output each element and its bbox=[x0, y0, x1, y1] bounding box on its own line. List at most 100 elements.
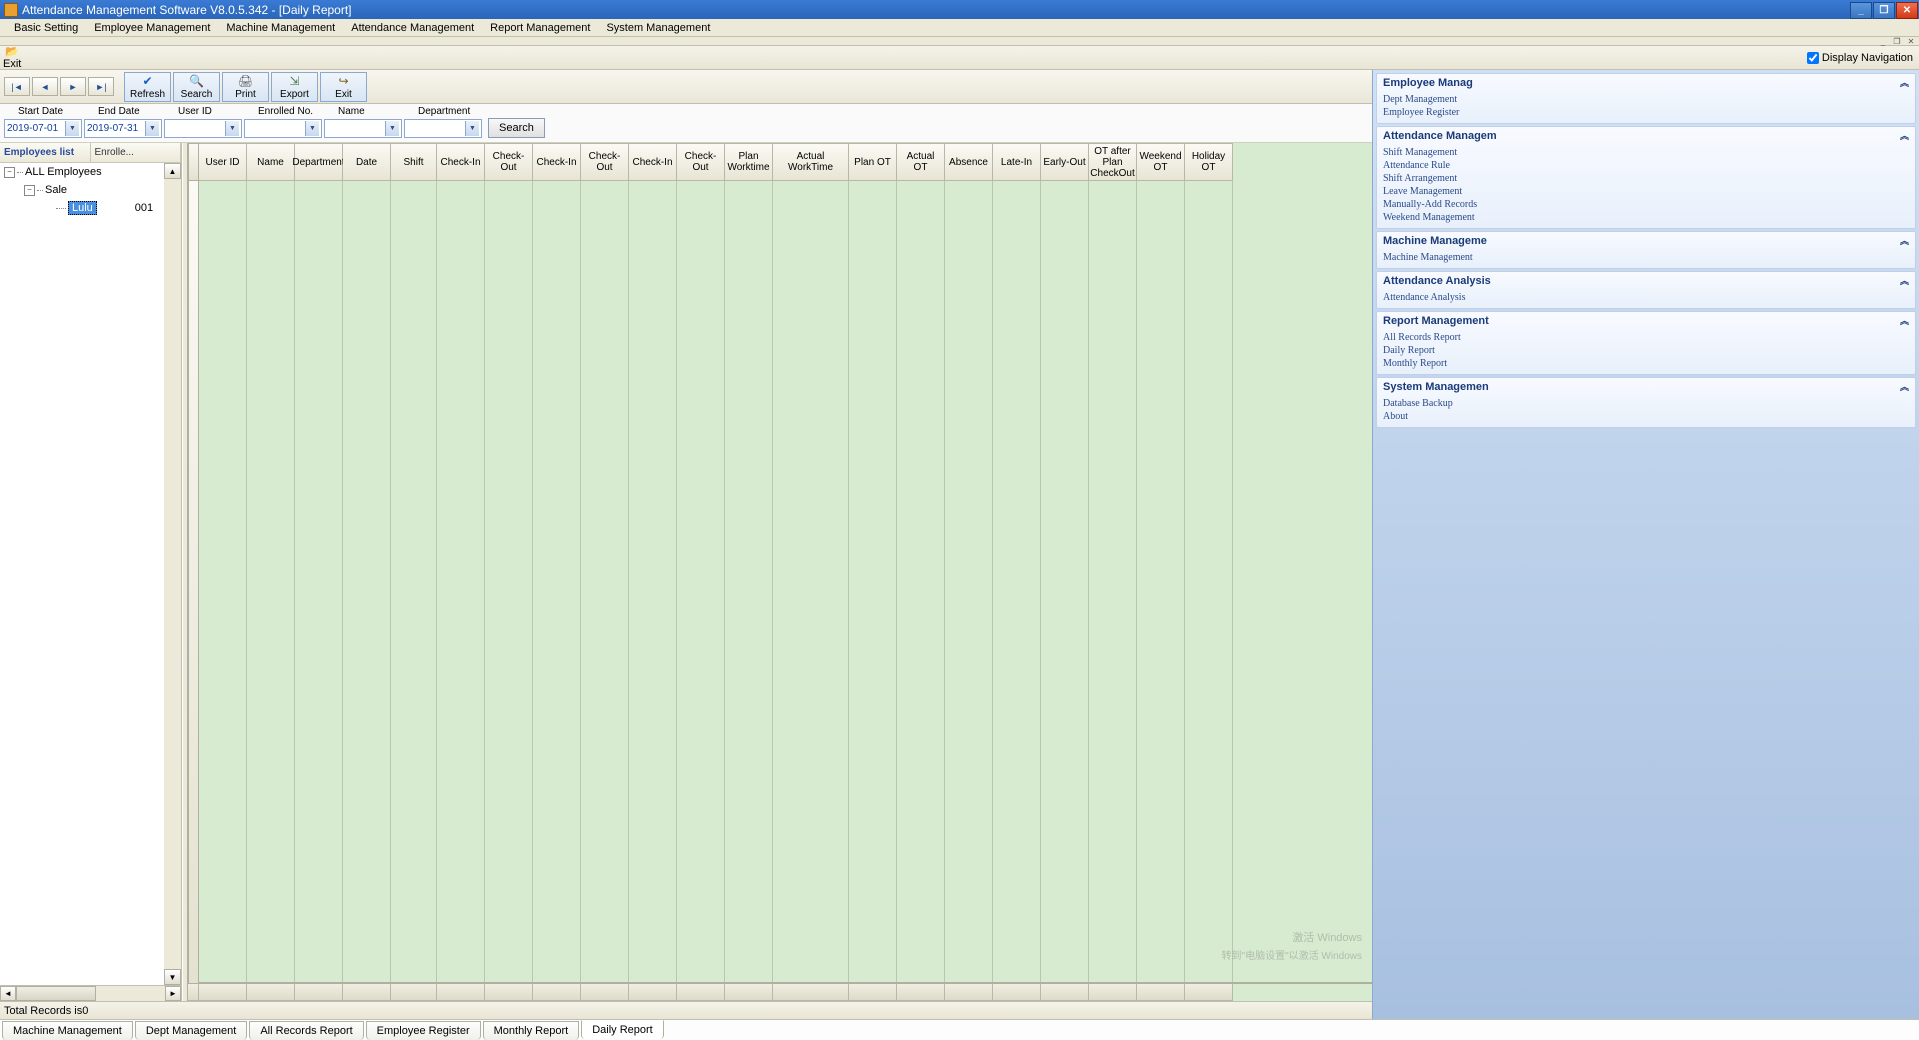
grid-column-header[interactable]: Check-Out bbox=[677, 143, 725, 181]
nav-item[interactable]: Machine Management bbox=[1383, 251, 1915, 264]
scroll-down-icon[interactable]: ▼ bbox=[164, 969, 181, 985]
grid-column-header[interactable]: Check-Out bbox=[581, 143, 629, 181]
nav-first-button[interactable]: |◄ bbox=[4, 77, 30, 96]
minimize-button[interactable]: _ bbox=[1850, 2, 1872, 19]
tree-employee-node[interactable]: Lulu 001 bbox=[0, 199, 164, 217]
nav-item[interactable]: Attendance Rule bbox=[1383, 159, 1915, 172]
collapse-icon[interactable]: − bbox=[4, 167, 15, 178]
filter-search-button[interactable]: Search bbox=[488, 118, 545, 138]
collapse-double-chevron-icon[interactable]: ︽ bbox=[1900, 380, 1909, 393]
grid-column-header[interactable]: Check-In bbox=[629, 143, 677, 181]
document-tab[interactable]: Machine Management bbox=[2, 1021, 133, 1040]
userid-combo[interactable]: ▼ bbox=[164, 119, 242, 138]
menu-attendance-management[interactable]: Attendance Management bbox=[343, 21, 482, 35]
nav-item[interactable]: Shift Management bbox=[1383, 146, 1915, 159]
grid-column-header[interactable]: Actual WorkTime bbox=[773, 143, 849, 181]
grid-column-header[interactable]: Shift bbox=[391, 143, 437, 181]
nav-item[interactable]: Shift Arrangement bbox=[1383, 172, 1915, 185]
tree-body[interactable]: − ALL Employees − Sale Lulu 001 bbox=[0, 163, 164, 985]
grid-column-header[interactable]: Name bbox=[247, 143, 295, 181]
grid-column-header[interactable]: Check-In bbox=[533, 143, 581, 181]
tree-header-employees[interactable]: Employees list bbox=[0, 143, 91, 162]
tree-vertical-scrollbar[interactable]: ▲ ▼ bbox=[164, 163, 181, 985]
chevron-down-icon[interactable]: ▼ bbox=[225, 121, 239, 136]
exit-button[interactable]: 📂 Exit bbox=[3, 45, 21, 70]
tree-dept-node[interactable]: − Sale bbox=[0, 181, 164, 199]
grid-column-header[interactable]: Plan Worktime bbox=[725, 143, 773, 181]
chevron-down-icon[interactable]: ▼ bbox=[465, 121, 479, 136]
close-button[interactable]: ✕ bbox=[1896, 2, 1918, 19]
grid-column-header[interactable]: Department bbox=[295, 143, 343, 181]
tree-horizontal-scrollbar[interactable]: ◄ ► bbox=[0, 985, 181, 1001]
chevron-down-icon[interactable]: ▼ bbox=[65, 121, 79, 136]
end-date-combo[interactable]: 2019-07-31▼ bbox=[84, 119, 162, 138]
grid-column-header[interactable]: Plan OT bbox=[849, 143, 897, 181]
enrolled-combo[interactable]: ▼ bbox=[244, 119, 322, 138]
nav-group-header[interactable]: System Managemen︽ bbox=[1377, 378, 1915, 395]
chevron-down-icon[interactable]: ▼ bbox=[385, 121, 399, 136]
menu-report-management[interactable]: Report Management bbox=[482, 21, 598, 35]
nav-item[interactable]: Attendance Analysis bbox=[1383, 291, 1915, 304]
tree-header-enrolled[interactable]: Enrolle... bbox=[91, 143, 182, 162]
document-tab[interactable]: Daily Report bbox=[581, 1020, 664, 1039]
grid-body[interactable]: 激活 Windows 转到"电脑设置"以激活 Windows bbox=[199, 181, 1372, 983]
grid-column-header[interactable]: Absence bbox=[945, 143, 993, 181]
document-tab[interactable]: Dept Management bbox=[135, 1021, 248, 1040]
scroll-up-icon[interactable]: ▲ bbox=[164, 163, 181, 179]
scroll-right-icon[interactable]: ► bbox=[165, 986, 181, 1001]
mdi-close-icon[interactable]: ✕ bbox=[1905, 36, 1917, 46]
nav-item[interactable]: Weekend Management bbox=[1383, 211, 1915, 224]
name-combo[interactable]: ▼ bbox=[324, 119, 402, 138]
display-navigation-toggle[interactable]: Display Navigation bbox=[1807, 52, 1913, 64]
tree-root-node[interactable]: − ALL Employees bbox=[0, 163, 164, 181]
print-button[interactable]: 🖨 Print bbox=[222, 72, 269, 102]
grid-column-header[interactable]: Date bbox=[343, 143, 391, 181]
dept-combo[interactable]: ▼ bbox=[404, 119, 482, 138]
grid-column-header[interactable]: OT after Plan CheckOut bbox=[1089, 143, 1137, 181]
nav-last-button[interactable]: ►| bbox=[88, 77, 114, 96]
start-date-combo[interactable]: 2019-07-01▼ bbox=[4, 119, 82, 138]
display-navigation-checkbox[interactable] bbox=[1807, 52, 1819, 64]
nav-item[interactable]: Monthly Report bbox=[1383, 357, 1915, 370]
nav-item[interactable]: Employee Register bbox=[1383, 106, 1915, 119]
export-button[interactable]: ⇲ Export bbox=[271, 72, 318, 102]
grid-column-header[interactable]: Late-In bbox=[993, 143, 1041, 181]
grid-column-header[interactable]: User ID bbox=[199, 143, 247, 181]
nav-next-button[interactable]: ► bbox=[60, 77, 86, 96]
scroll-thumb[interactable] bbox=[16, 986, 96, 1001]
collapse-double-chevron-icon[interactable]: ︽ bbox=[1900, 314, 1909, 327]
refresh-button[interactable]: ✔ Refresh bbox=[124, 72, 171, 102]
grid-column-header[interactable]: Actual OT bbox=[897, 143, 945, 181]
nav-prev-button[interactable]: ◄ bbox=[32, 77, 58, 96]
nav-item[interactable]: Daily Report bbox=[1383, 344, 1915, 357]
document-tab[interactable]: Monthly Report bbox=[483, 1021, 580, 1040]
nav-item[interactable]: Database Backup bbox=[1383, 397, 1915, 410]
menu-machine-management[interactable]: Machine Management bbox=[218, 21, 343, 35]
menu-system-management[interactable]: System Management bbox=[598, 21, 718, 35]
search-button[interactable]: 🔍 Search bbox=[173, 72, 220, 102]
collapse-double-chevron-icon[interactable]: ︽ bbox=[1900, 76, 1909, 89]
menu-basic-setting[interactable]: Basic Setting bbox=[6, 21, 86, 35]
nav-item[interactable]: Dept Management bbox=[1383, 93, 1915, 106]
toolbar-exit-button[interactable]: ↪ Exit bbox=[320, 72, 367, 102]
nav-group-header[interactable]: Attendance Analysis︽ bbox=[1377, 272, 1915, 289]
nav-group-header[interactable]: Report Management︽ bbox=[1377, 312, 1915, 329]
collapse-icon[interactable]: − bbox=[24, 185, 35, 196]
mdi-minimize-icon[interactable]: _ bbox=[1877, 36, 1889, 46]
document-tab[interactable]: All Records Report bbox=[249, 1021, 363, 1040]
scroll-left-icon[interactable]: ◄ bbox=[0, 986, 16, 1001]
collapse-double-chevron-icon[interactable]: ︽ bbox=[1900, 234, 1909, 247]
nav-group-header[interactable]: Employee Manag︽ bbox=[1377, 74, 1915, 91]
tree-selected-item[interactable]: Lulu bbox=[68, 201, 97, 215]
nav-group-header[interactable]: Machine Manageme︽ bbox=[1377, 232, 1915, 249]
grid-column-header[interactable]: Early-Out bbox=[1041, 143, 1089, 181]
grid-column-header[interactable]: Check-In bbox=[437, 143, 485, 181]
grid-column-header[interactable]: Holiday OT bbox=[1185, 143, 1233, 181]
nav-item[interactable]: Manually-Add Records bbox=[1383, 198, 1915, 211]
document-tab[interactable]: Employee Register bbox=[366, 1021, 481, 1040]
collapse-double-chevron-icon[interactable]: ︽ bbox=[1900, 129, 1909, 142]
maximize-button[interactable]: ❐ bbox=[1873, 2, 1895, 19]
grid-column-header[interactable]: Check-Out bbox=[485, 143, 533, 181]
nav-item[interactable]: About bbox=[1383, 410, 1915, 423]
nav-item[interactable]: Leave Management bbox=[1383, 185, 1915, 198]
